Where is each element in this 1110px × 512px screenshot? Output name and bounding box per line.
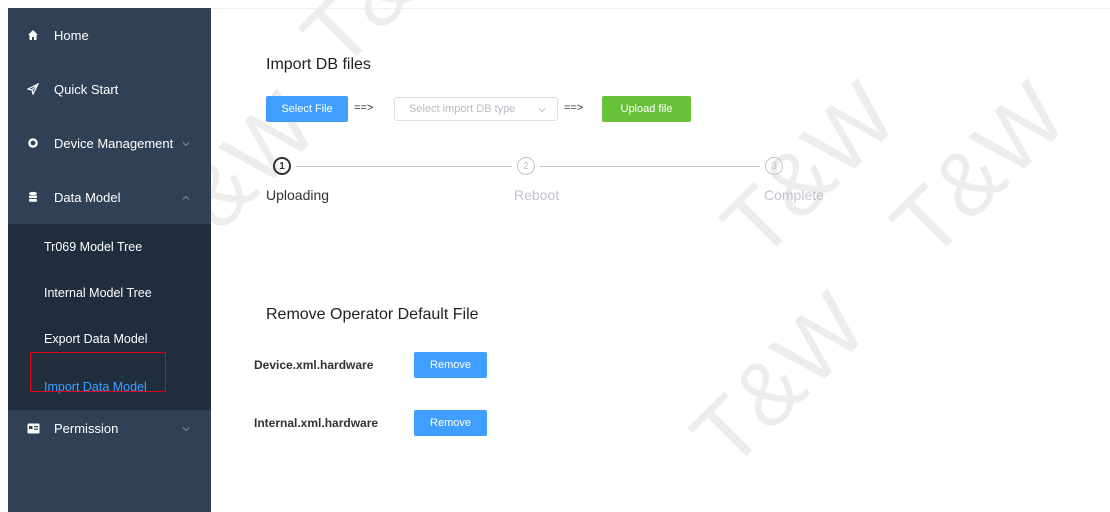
sidebar: Home Quick Start Device Management Data … — [8, 8, 211, 512]
step-3-icon: 3 — [765, 157, 783, 175]
sidebar-item-label: Permission — [54, 420, 119, 436]
submenu-item-label: Tr069 Model Tree — [44, 240, 143, 254]
step-1-label: Uploading — [266, 187, 330, 203]
sidebar-item-label: Device Management — [54, 135, 174, 151]
submenu-item-label: Export Data Model — [44, 332, 148, 346]
step-connector — [296, 166, 512, 167]
watermark: T&W — [283, 0, 497, 89]
submenu-item-label: Internal Model Tree — [44, 286, 152, 300]
chevron-up-icon — [181, 191, 191, 206]
sidebar-item-quick-start[interactable]: Quick Start — [8, 62, 211, 116]
import-title: Import DB files — [266, 56, 371, 73]
arrow-text: ==> — [354, 102, 374, 114]
step-connector — [540, 166, 760, 167]
send-icon — [26, 82, 40, 96]
step-2-label: Reboot — [514, 187, 560, 203]
step-3-label: Complete — [764, 187, 824, 203]
sidebar-item-label: Quick Start — [54, 81, 119, 97]
remove-title: Remove Operator Default File — [266, 306, 479, 323]
sidebar-item-home[interactable]: Home — [8, 8, 211, 62]
chevron-down-icon — [181, 137, 191, 152]
database-icon — [26, 190, 40, 204]
submenu-item-tr069-model-tree[interactable]: Tr069 Model Tree — [8, 224, 211, 270]
watermark: T&W — [703, 65, 916, 278]
remove-internal-xml-button[interactable]: Remove — [414, 410, 487, 436]
upload-file-button[interactable]: Upload file — [602, 96, 691, 122]
select-file-button[interactable]: Select File — [266, 96, 348, 122]
watermark: T&W — [873, 65, 1086, 278]
chevron-down-icon — [537, 105, 547, 118]
step-1-icon: 1 — [273, 157, 291, 175]
submenu-item-internal-model-tree[interactable]: Internal Model Tree — [8, 270, 211, 316]
remove-device-xml-button[interactable]: Remove — [414, 352, 487, 378]
sidebar-item-label: Home — [54, 27, 89, 43]
gear-icon — [26, 136, 40, 150]
db-type-select[interactable]: Select import DB type — [394, 97, 558, 121]
header-divider — [211, 8, 1110, 9]
home-icon — [26, 28, 40, 42]
arrow-text: ==> — [564, 102, 584, 114]
file-name: Device.xml.hardware — [254, 358, 374, 372]
sidebar-item-permission[interactable]: Permission — [8, 401, 211, 455]
sidebar-item-label: Data Model — [54, 189, 121, 205]
step-2-icon: 2 — [517, 157, 535, 175]
sidebar-item-data-model[interactable]: Data Model — [8, 170, 211, 224]
file-name: Internal.xml.hardware — [254, 416, 379, 430]
id-card-icon — [26, 421, 40, 435]
highlight-box — [30, 352, 166, 392]
watermark: T&W — [673, 275, 886, 488]
db-type-placeholder: Select import DB type — [409, 103, 516, 115]
sidebar-item-device-management[interactable]: Device Management — [8, 116, 211, 170]
chevron-down-icon — [181, 422, 191, 437]
